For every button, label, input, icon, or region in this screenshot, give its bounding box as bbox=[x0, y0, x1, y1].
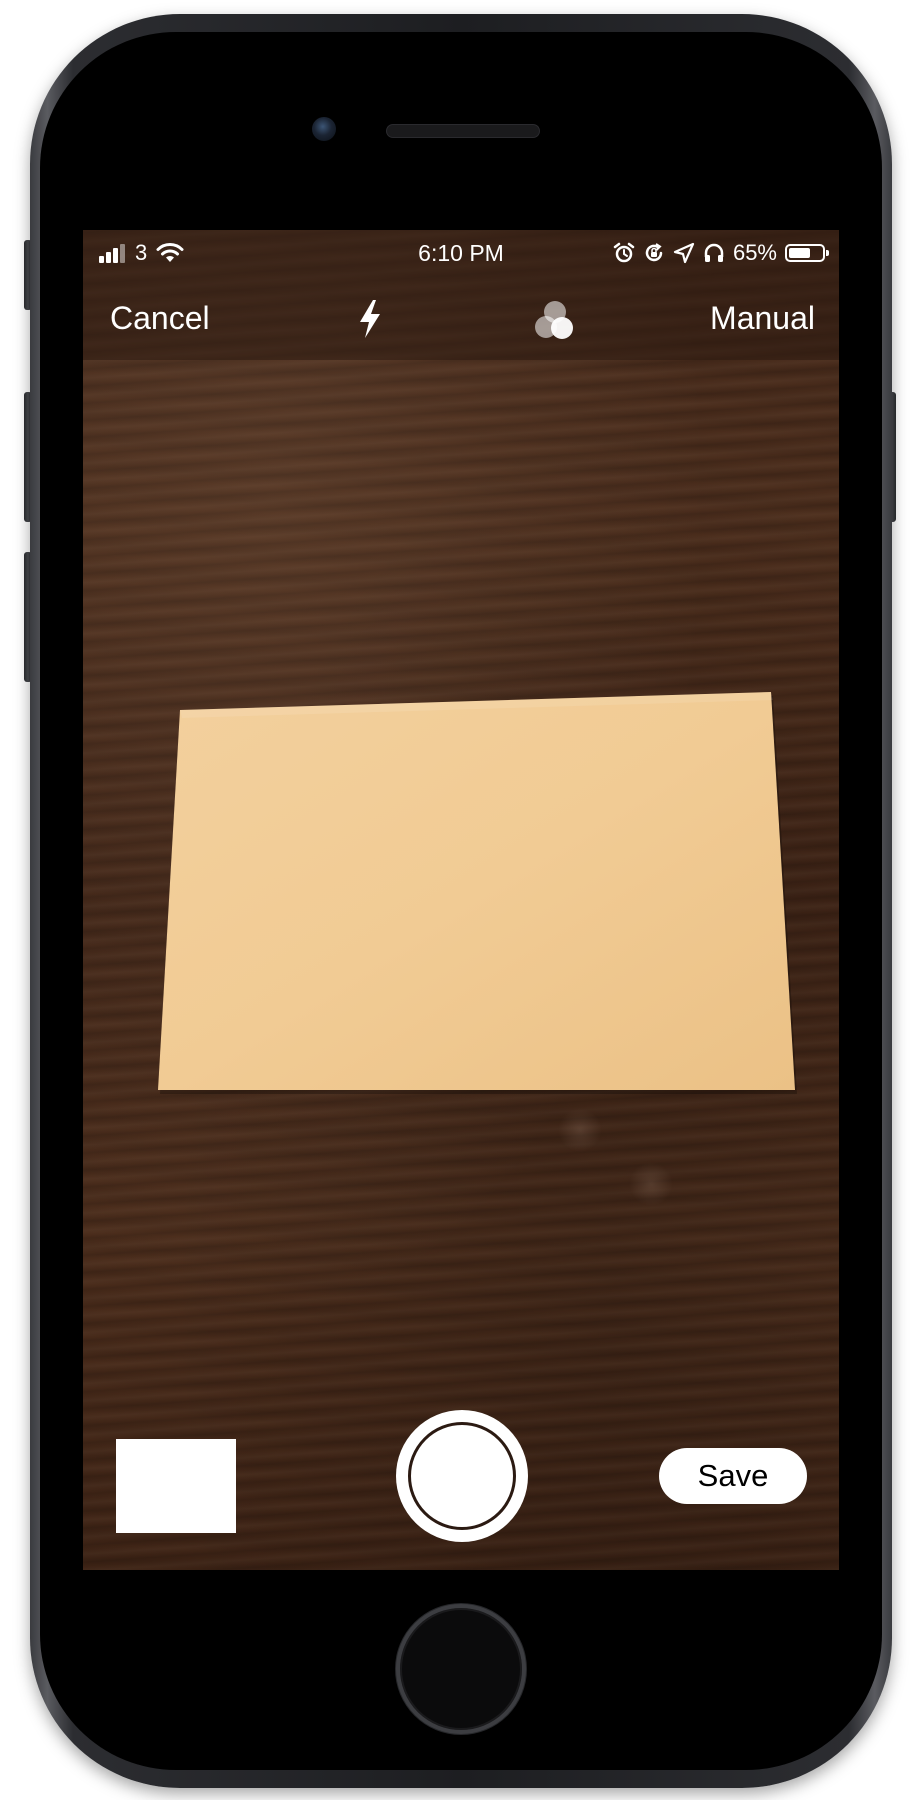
document-card bbox=[158, 692, 797, 1094]
screen: 3 6:10 PM 65% Cancel Manual Save bbox=[83, 230, 839, 1570]
battery-cap bbox=[826, 250, 829, 256]
battery-icon bbox=[785, 244, 829, 262]
page: 3 6:10 PM 65% Cancel Manual Save bbox=[0, 0, 920, 1800]
front-camera bbox=[312, 117, 336, 141]
last-scan-thumbnail[interactable] bbox=[116, 1439, 236, 1533]
home-button[interactable] bbox=[396, 1604, 526, 1734]
manual-button[interactable]: Manual bbox=[710, 300, 815, 337]
flash-icon[interactable] bbox=[355, 298, 385, 340]
rotation-lock-icon bbox=[645, 243, 663, 262]
alarm-icon bbox=[613, 242, 635, 263]
battery-percent: 65% bbox=[732, 240, 777, 265]
status-bar: 3 6:10 PM 65% bbox=[83, 230, 839, 274]
location-arrow-icon bbox=[673, 242, 695, 264]
save-button[interactable]: Save bbox=[659, 1448, 807, 1504]
color-filter-icon[interactable] bbox=[531, 298, 579, 344]
navigation-bar: Cancel Manual bbox=[83, 280, 839, 356]
status-right: 65% bbox=[613, 240, 829, 266]
battery-level bbox=[789, 248, 810, 258]
shutter-ring bbox=[408, 1422, 516, 1530]
lens-reflection bbox=[558, 1108, 602, 1152]
headphones-icon bbox=[704, 243, 724, 262]
earpiece-speaker bbox=[386, 124, 540, 138]
lens-reflection bbox=[629, 1162, 673, 1206]
cancel-button[interactable]: Cancel bbox=[110, 300, 210, 337]
shutter-button[interactable] bbox=[396, 1410, 528, 1542]
top-toolbar: 3 6:10 PM 65% Cancel Manual bbox=[83, 230, 839, 360]
